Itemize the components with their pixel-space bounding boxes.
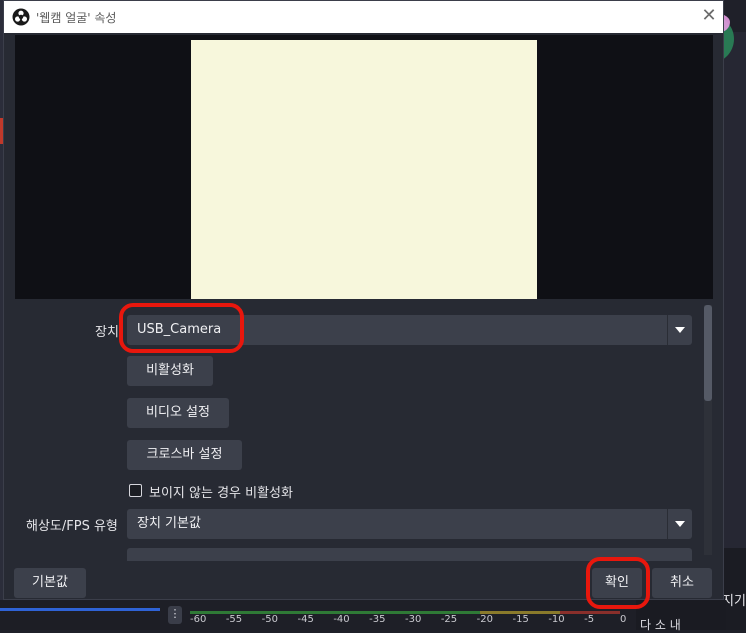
resolution-fps-select[interactable]: 장치 기본값: [127, 509, 692, 539]
audio-meter: ⋮ -60 -55 -50 -45 -40 -35 -30 -25 -20 -15 -10 -5 0: [160, 600, 636, 630]
meter-tick-label: -5: [584, 614, 595, 625]
meter-tick-label: -30: [405, 614, 422, 625]
meter-menu-button[interactable]: ⋮: [168, 606, 182, 624]
meter-tick-label: -40: [333, 614, 350, 625]
deactivate-when-hidden-checkbox[interactable]: [129, 484, 142, 497]
deactivate-when-hidden-label: 보이지 않는 경우 비활성화: [149, 486, 293, 501]
video-settings-button[interactable]: 비디오 설정: [127, 398, 229, 428]
defaults-button[interactable]: 기본값: [14, 568, 86, 598]
meter-tick-label: -10: [548, 614, 565, 625]
obs-logo-icon: [12, 8, 30, 26]
background-right-strip: [724, 548, 746, 630]
properties-dialog: '웹캠 얼굴' 속성 ✕ 장치 USB_Camera 비활성화 비디오 설정 크…: [3, 0, 724, 600]
meter-tick-label: -60: [190, 614, 207, 625]
dialog-footer: 기본값 확인 취소: [4, 561, 723, 599]
cancel-button[interactable]: 취소: [652, 568, 712, 598]
close-icon: ✕: [701, 5, 717, 26]
properties-panel: 장치 USB_Camera 비활성화 비디오 설정 크로스바 설정 보이지 않는…: [15, 299, 713, 561]
background-bottom-left-line: [0, 608, 160, 611]
background-bottom-left: [0, 600, 160, 630]
meter-tick-label: -20: [476, 614, 493, 625]
meter-tick-label: -55: [225, 614, 243, 625]
resolution-fps-label: 해상도/FPS 유형: [26, 519, 118, 534]
crossbar-settings-button[interactable]: 크로스바 설정: [127, 440, 242, 470]
chevron-down-icon: [675, 327, 685, 333]
background-right-panel: [724, 32, 746, 630]
background-bottom-right-label: 다 소 내: [640, 618, 681, 632]
deactivate-button[interactable]: 비활성화: [127, 356, 213, 386]
meter-tick-label: -25: [440, 614, 458, 625]
meter-ticks: -60 -55 -50 -45 -40 -35 -30 -25 -20 -15 -10 -5 0: [190, 614, 630, 628]
dialog-titlebar: '웹캠 얼굴' 속성 ✕: [4, 1, 723, 33]
source-preview: [15, 35, 713, 302]
preview-image: [191, 40, 537, 302]
chevron-down-icon: [675, 521, 685, 527]
meter-tick-label: 0: [620, 614, 627, 625]
device-select[interactable]: USB_Camera: [127, 315, 692, 345]
device-select-value: USB_Camera: [137, 322, 222, 337]
meter-tick-label: -35: [369, 614, 386, 625]
close-button[interactable]: ✕: [698, 5, 720, 27]
cut-off-property-row: [127, 548, 692, 561]
meter-tick-label: -50: [261, 614, 278, 625]
device-label: 장치: [95, 325, 119, 340]
ok-button[interactable]: 확인: [592, 568, 642, 598]
meter-tick-label: -15: [512, 614, 529, 625]
meter-tick-label: -45: [297, 614, 314, 625]
resolution-fps-select-value: 장치 기본값: [137, 516, 201, 531]
scrollbar-thumb[interactable]: [704, 305, 712, 401]
dialog-title: '웹캠 얼굴' 속성: [36, 11, 117, 25]
